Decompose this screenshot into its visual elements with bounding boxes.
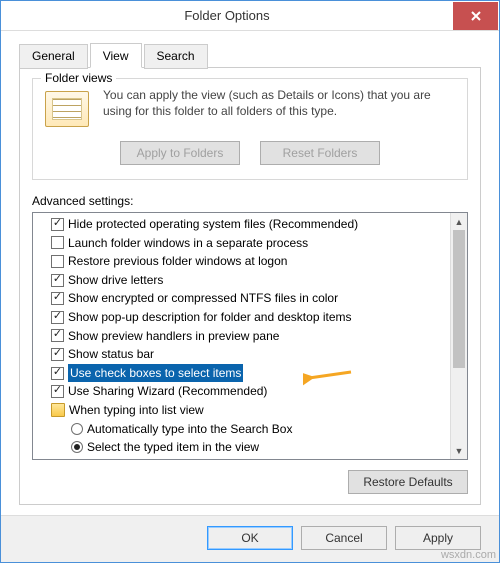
advanced-item-label: Select the typed item in the view <box>87 438 259 457</box>
scroll-up-arrow[interactable]: ▲ <box>451 213 467 230</box>
dialog-buttons: OK Cancel Apply <box>1 515 499 562</box>
folder-views-icon <box>45 91 93 131</box>
radio[interactable] <box>71 423 83 435</box>
advanced-item[interactable]: Use check boxes to select items <box>37 364 446 383</box>
tab-view[interactable]: View <box>90 43 142 68</box>
advanced-item-label: Restore previous folder windows at logon <box>68 252 287 271</box>
checkbox[interactable] <box>51 236 64 249</box>
apply-button[interactable]: Apply <box>395 526 481 550</box>
advanced-item[interactable]: Show status bar <box>37 345 446 364</box>
radio[interactable] <box>71 441 83 453</box>
checkbox[interactable] <box>51 367 64 380</box>
advanced-item-label: Show drive letters <box>68 271 163 290</box>
advanced-item-label: When typing into list view <box>69 401 204 420</box>
scroll-thumb[interactable] <box>453 230 465 368</box>
advanced-item: When typing into list view <box>37 401 446 420</box>
tab-panel-view: Folder views You can apply the view (suc… <box>19 67 481 505</box>
advanced-item[interactable]: Show pop-up description for folder and d… <box>37 308 446 327</box>
folder-views-text: You can apply the view (such as Details … <box>103 87 455 131</box>
advanced-item[interactable]: Automatically type into the Search Box <box>37 420 446 439</box>
tab-strip: General View Search <box>19 43 481 68</box>
close-button[interactable] <box>453 2 498 30</box>
tab-search[interactable]: Search <box>144 44 208 69</box>
folder-options-window: Folder Options General View Search Folde… <box>0 0 500 563</box>
advanced-item-label: Automatically type into the Search Box <box>87 420 292 439</box>
advanced-item-label: Hide protected operating system files (R… <box>68 215 358 234</box>
scroll-down-arrow[interactable]: ▼ <box>451 442 467 459</box>
reset-folders-button[interactable]: Reset Folders <box>260 141 380 165</box>
advanced-item-label: Use check boxes to select items <box>68 364 243 383</box>
apply-to-folders-button[interactable]: Apply to Folders <box>120 141 240 165</box>
advanced-settings-list[interactable]: Hide protected operating system files (R… <box>32 212 468 460</box>
advanced-item[interactable]: Show preview handlers in preview pane <box>37 327 446 346</box>
folder-views-legend: Folder views <box>41 71 116 85</box>
checkbox[interactable] <box>51 348 64 361</box>
advanced-item[interactable]: Show encrypted or compressed NTFS files … <box>37 289 446 308</box>
scroll-track[interactable] <box>451 230 467 442</box>
advanced-item-label: Show pop-up description for folder and d… <box>68 308 352 327</box>
advanced-item[interactable]: Launch folder windows in a separate proc… <box>37 234 446 253</box>
scrollbar[interactable]: ▲ ▼ <box>450 213 467 459</box>
checkbox[interactable] <box>51 292 64 305</box>
advanced-settings-label: Advanced settings: <box>32 194 468 208</box>
tab-general[interactable]: General <box>19 44 88 69</box>
checkbox[interactable] <box>51 311 64 324</box>
advanced-item-label: Use Sharing Wizard (Recommended) <box>68 382 267 401</box>
advanced-item[interactable]: Show drive letters <box>37 271 446 290</box>
folder-views-group: Folder views You can apply the view (suc… <box>32 78 468 180</box>
folder-icon <box>51 403 65 417</box>
advanced-item[interactable]: Hide protected operating system files (R… <box>37 215 446 234</box>
watermark: wsxdn.com <box>441 549 496 561</box>
advanced-item-label: Launch folder windows in a separate proc… <box>68 234 308 253</box>
advanced-item[interactable]: Select the typed item in the view <box>37 438 446 457</box>
advanced-item[interactable]: Restore previous folder windows at logon <box>37 252 446 271</box>
checkbox[interactable] <box>51 329 64 342</box>
advanced-item[interactable]: Use Sharing Wizard (Recommended) <box>37 382 446 401</box>
checkbox[interactable] <box>51 255 64 268</box>
restore-defaults-button[interactable]: Restore Defaults <box>348 470 468 494</box>
advanced-item-label: Show encrypted or compressed NTFS files … <box>68 289 338 308</box>
checkbox[interactable] <box>51 385 64 398</box>
advanced-item-label: Show status bar <box>68 345 154 364</box>
checkbox[interactable] <box>51 274 64 287</box>
titlebar: Folder Options <box>1 1 499 31</box>
advanced-item-label: Show preview handlers in preview pane <box>68 327 279 346</box>
cancel-button[interactable]: Cancel <box>301 526 387 550</box>
ok-button[interactable]: OK <box>207 526 293 550</box>
window-title: Folder Options <box>1 8 453 23</box>
checkbox[interactable] <box>51 218 64 231</box>
